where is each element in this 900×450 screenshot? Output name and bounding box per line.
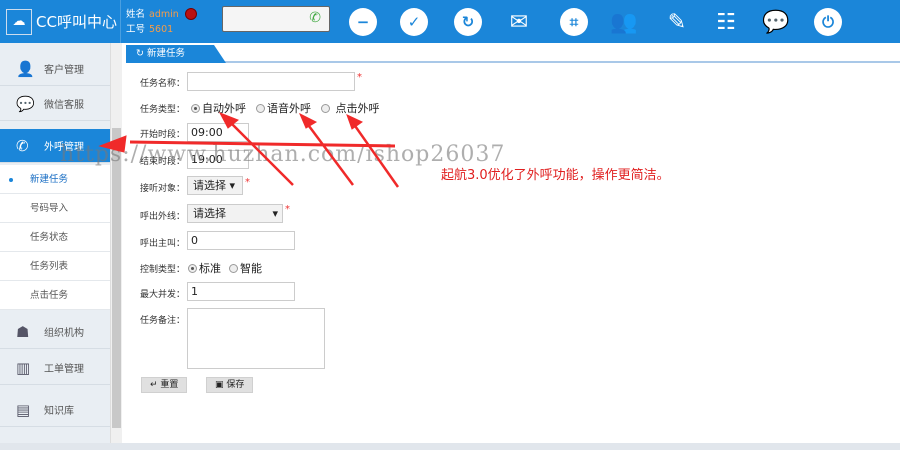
- sidebar-label: 工单管理: [44, 364, 84, 375]
- select-value: 请选择: [193, 207, 226, 220]
- book-icon: ▤: [16, 400, 31, 419]
- caller-input[interactable]: 0: [187, 231, 295, 250]
- name-label: 姓名: [126, 9, 146, 20]
- org-icon: ☗: [16, 322, 30, 341]
- tab-new-task[interactable]: ↻ 新建任务: [126, 45, 226, 63]
- target-label: 接听对象：: [140, 184, 186, 194]
- target-select[interactable]: 请选择 ▾: [187, 176, 243, 195]
- sidebar-item-customer[interactable]: 👤 客户管理: [0, 52, 110, 86]
- remark-textarea[interactable]: [187, 308, 325, 369]
- max-concurrency-label: 最大并发：: [140, 290, 186, 300]
- radio-label: 点击外呼: [335, 102, 380, 115]
- minus-circle-icon[interactable]: −: [349, 8, 377, 36]
- chart-icon: ▥: [16, 358, 31, 377]
- tab-label: 新建任务: [146, 48, 185, 59]
- arrowhead: [299, 112, 318, 129]
- radio-smart[interactable]: 智能: [229, 260, 262, 276]
- task-name-label: 任务名称：: [140, 79, 186, 89]
- phone-icon: ✆: [16, 136, 29, 155]
- reset-button[interactable]: ↵ 重置: [141, 377, 188, 393]
- meeting-icon[interactable]: ☷: [712, 8, 740, 36]
- radio-click[interactable]: 点击外呼: [321, 100, 380, 116]
- sidebar: 👤 客户管理 💬 微信客服 ✆ 外呼管理 新建任务 号码导入 任务状态 任务列表 点击…: [0, 43, 110, 443]
- radio-standard[interactable]: 标准: [188, 260, 221, 276]
- sub-item-new-task[interactable]: 新建任务: [0, 165, 110, 194]
- remark-label: 任务备注：: [140, 316, 186, 326]
- keypad-icon[interactable]: ⌗: [560, 8, 588, 36]
- name-value: admin: [149, 9, 179, 20]
- line-label: 呼出外线：: [140, 212, 186, 222]
- footer: [0, 443, 900, 450]
- id-value: 5601: [149, 24, 174, 35]
- watermark: https://www.huzhan.com/ishop26037: [60, 142, 506, 167]
- app-logo: ☁ CC呼叫中心: [0, 0, 121, 43]
- button-label: 保存: [226, 380, 245, 390]
- arrowhead: [346, 114, 363, 130]
- user-icon: 👤: [16, 59, 35, 78]
- radio-label: 语音外呼: [267, 102, 311, 115]
- radio-label: 标准: [199, 262, 221, 275]
- phone-call-icon[interactable]: ✆: [309, 10, 321, 26]
- sidebar-label: 微信客服: [44, 100, 84, 111]
- sub-item-import[interactable]: 号码导入: [0, 194, 110, 223]
- start-time-label: 开始时段：: [140, 130, 186, 140]
- header: ☁ CC呼叫中心 姓名 admin 工号 5601 ✆ − ✓ ↻ ✉ ⌗ 👥 ✎ ☷…: [0, 0, 900, 43]
- sidebar-item-tickets[interactable]: ▥ 工单管理: [0, 351, 110, 385]
- power-icon[interactable]: ⏻: [814, 8, 842, 36]
- tab-bar: ↻ 新建任务: [126, 45, 900, 63]
- sidebar-label: 客户管理: [44, 65, 84, 76]
- edit-icon[interactable]: ✎: [663, 8, 691, 36]
- task-type-label: 任务类型：: [140, 105, 186, 115]
- app-title: CC呼叫中心: [36, 13, 117, 31]
- radio-auto[interactable]: 自动外呼: [191, 100, 246, 116]
- sidebar-item-knowledge[interactable]: ▤ 知识库: [0, 393, 110, 427]
- sidebar-item-org[interactable]: ☗ 组织机构: [0, 315, 110, 349]
- caller-label: 呼出主叫：: [140, 239, 186, 249]
- radio-label: 自动外呼: [202, 102, 246, 115]
- required-mark: *: [357, 72, 362, 83]
- wechat-icon: 💬: [16, 94, 35, 113]
- sub-item-status[interactable]: 任务状态: [0, 223, 110, 252]
- users-icon[interactable]: 👥: [610, 8, 638, 36]
- annotation-arrows: [98, 112, 400, 188]
- line-select[interactable]: 请选择 ▾: [187, 204, 283, 223]
- sidebar-label: 组织机构: [44, 328, 84, 339]
- sub-item-list[interactable]: 任务列表: [0, 252, 110, 281]
- annotation-note: 起航3.0优化了外呼功能，操作更简洁。: [441, 168, 670, 183]
- sidebar-item-wechat[interactable]: 💬 微信客服: [0, 87, 110, 121]
- user-info: 姓名 admin 工号 5601: [126, 7, 179, 37]
- radio-label: 智能: [240, 262, 262, 275]
- task-name-input[interactable]: [187, 72, 355, 91]
- mail-icon[interactable]: ✉: [505, 8, 533, 36]
- cloud-icon: ☁: [6, 8, 32, 35]
- check-circle-icon[interactable]: ✓: [400, 8, 428, 36]
- status-indicator[interactable]: [185, 8, 197, 20]
- wechat-icon[interactable]: 💬: [762, 8, 790, 36]
- refresh-icon[interactable]: ↻: [454, 8, 482, 36]
- button-label: 重置: [160, 380, 179, 390]
- dial-input[interactable]: ✆: [222, 6, 330, 32]
- sidebar-label: 知识库: [44, 406, 74, 417]
- required-mark: *: [245, 177, 250, 188]
- id-label: 工号: [126, 24, 146, 35]
- save-button[interactable]: ▣ 保存: [206, 377, 254, 393]
- control-type-label: 控制类型：: [140, 265, 186, 275]
- start-time-input[interactable]: 09:00: [187, 123, 249, 142]
- sub-item-click[interactable]: 点击任务: [0, 281, 110, 310]
- radio-voice[interactable]: 语音外呼: [256, 100, 311, 116]
- select-value: 请选择: [193, 179, 226, 192]
- max-concurrency-input[interactable]: 1: [187, 282, 295, 301]
- scrollbar-thumb[interactable]: [112, 128, 121, 428]
- sidebar-scrollbar[interactable]: [110, 43, 122, 443]
- required-mark: *: [285, 204, 290, 215]
